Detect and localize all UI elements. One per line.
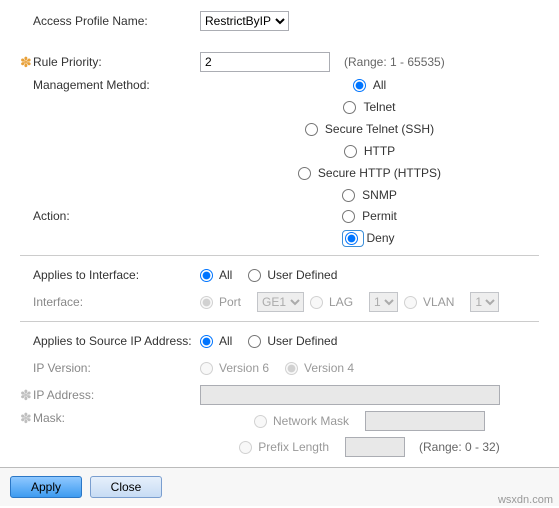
row-priority: ✽Rule Priority: (Range: 1 - 65535) bbox=[20, 51, 539, 73]
row-ipaddr: ✽IP Address: bbox=[20, 384, 539, 406]
radio-mgmt-https[interactable]: Secure HTTP (HTTPS) bbox=[298, 166, 441, 180]
radio-mgmt-all[interactable]: All bbox=[353, 78, 386, 92]
radio-ip-user[interactable]: User Defined bbox=[248, 334, 337, 348]
input-ipaddr bbox=[200, 385, 500, 405]
row-mask: ✽Mask: Network Mask Prefix Length (Range… bbox=[20, 411, 539, 457]
row-ipver: IP Version: Version 6 Version 4 bbox=[20, 357, 539, 379]
watermark: wsxdn.com bbox=[498, 494, 553, 506]
input-prefix bbox=[345, 437, 405, 457]
radio-prefix: Prefix Length bbox=[239, 440, 329, 454]
select-vlan: 1 bbox=[470, 292, 499, 312]
radio-netmask: Network Mask bbox=[254, 414, 349, 428]
required-icon: ✽ bbox=[20, 388, 30, 402]
radio-action-permit[interactable]: Permit bbox=[342, 209, 397, 223]
radio-mgmt-snmp[interactable]: SNMP bbox=[342, 188, 397, 202]
input-priority[interactable] bbox=[200, 52, 330, 72]
label-ipver: IP Version: bbox=[20, 361, 200, 375]
label-priority: ✽Rule Priority: bbox=[20, 55, 200, 69]
row-apply-ip: Applies to Source IP Address: All User D… bbox=[20, 330, 539, 352]
radio-action-deny[interactable]: Deny bbox=[344, 231, 394, 245]
label-mask: ✽Mask: bbox=[20, 411, 200, 425]
required-icon: ✽ bbox=[20, 411, 30, 425]
label-apply-ip: Applies to Source IP Address: bbox=[20, 334, 200, 348]
hint-prefix: (Range: 0 - 32) bbox=[419, 440, 500, 454]
radio-vlan: VLAN bbox=[404, 295, 454, 309]
row-action: Action: Permit Deny bbox=[20, 209, 539, 247]
radio-ip-all[interactable]: All bbox=[200, 334, 232, 348]
radio-lag: LAG bbox=[310, 295, 353, 309]
input-netmask bbox=[365, 411, 485, 431]
row-apply-if: Applies to Interface: All User Defined bbox=[20, 264, 539, 286]
label-action: Action: bbox=[20, 209, 200, 223]
apply-button[interactable]: Apply bbox=[10, 476, 82, 498]
radio-ipv4: Version 4 bbox=[285, 361, 354, 375]
divider bbox=[20, 255, 539, 256]
radio-if-user[interactable]: User Defined bbox=[248, 268, 337, 282]
row-interface: Interface: Port GE1 LAG 1 VLAN 1 bbox=[20, 291, 539, 313]
footer: Apply Close bbox=[0, 467, 559, 506]
select-lag: 1 bbox=[369, 292, 398, 312]
radio-ipv6: Version 6 bbox=[200, 361, 269, 375]
select-profile[interactable]: RestrictByIP bbox=[200, 11, 289, 31]
close-button[interactable]: Close bbox=[90, 476, 162, 498]
divider bbox=[20, 321, 539, 322]
row-profile: Access Profile Name: RestrictByIP bbox=[20, 10, 539, 32]
row-mgmt: Management Method: All Telnet Secure Tel… bbox=[20, 78, 539, 204]
label-interface: Interface: bbox=[20, 295, 200, 309]
required-icon: ✽ bbox=[20, 55, 30, 69]
label-profile: Access Profile Name: bbox=[20, 14, 200, 28]
hint-priority: (Range: 1 - 65535) bbox=[344, 55, 445, 69]
select-port: GE1 bbox=[257, 292, 304, 312]
label-apply-if: Applies to Interface: bbox=[20, 268, 200, 282]
radio-mgmt-ssh[interactable]: Secure Telnet (SSH) bbox=[305, 122, 434, 136]
config-panel: Access Profile Name: RestrictByIP ✽Rule … bbox=[0, 0, 559, 457]
label-ipaddr: ✽IP Address: bbox=[20, 388, 200, 402]
radio-mgmt-telnet[interactable]: Telnet bbox=[343, 100, 395, 114]
label-mgmt: Management Method: bbox=[20, 78, 200, 92]
radio-port: Port bbox=[200, 295, 241, 309]
radio-mgmt-http[interactable]: HTTP bbox=[344, 144, 395, 158]
radio-if-all[interactable]: All bbox=[200, 268, 232, 282]
